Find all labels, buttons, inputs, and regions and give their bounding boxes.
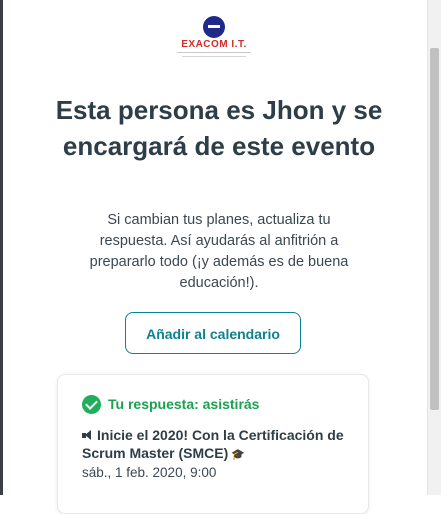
check-circle-icon bbox=[82, 395, 101, 414]
window-edge bbox=[0, 0, 3, 495]
logo-tagline-line bbox=[182, 56, 246, 57]
page-title: Esta persona es Jhon y se encargará de e… bbox=[55, 95, 383, 161]
exacom-logo: EXACOM I.T. bbox=[170, 14, 258, 62]
event-title: Inicie el 2020! Con la Certificación de … bbox=[82, 427, 344, 461]
logo-tagline-line bbox=[177, 52, 251, 53]
rsvp-status-label: Tu respuesta: asistirás bbox=[108, 396, 260, 412]
speaker-icon bbox=[82, 430, 94, 441]
rsvp-card: Tu respuesta: asistirás Inicie el 2020! … bbox=[57, 374, 369, 514]
logo-text: EXACOM I.T. bbox=[181, 39, 247, 50]
graduation-cap-icon: 🎓 bbox=[231, 449, 245, 461]
scrollbar-thumb[interactable] bbox=[430, 48, 439, 410]
rsvp-description: Si cambian tus planes, actualiza tu resp… bbox=[89, 212, 349, 291]
add-to-calendar-button[interactable]: Añadir al calendario bbox=[125, 312, 301, 354]
scrollbar-track[interactable] bbox=[427, 0, 441, 495]
event-title-row[interactable]: Inicie el 2020! Con la Certificación de … bbox=[82, 426, 350, 464]
event-date: sáb., 1 feb. 2020, 9:00 bbox=[82, 465, 217, 480]
logo-emblem-icon bbox=[203, 16, 225, 38]
